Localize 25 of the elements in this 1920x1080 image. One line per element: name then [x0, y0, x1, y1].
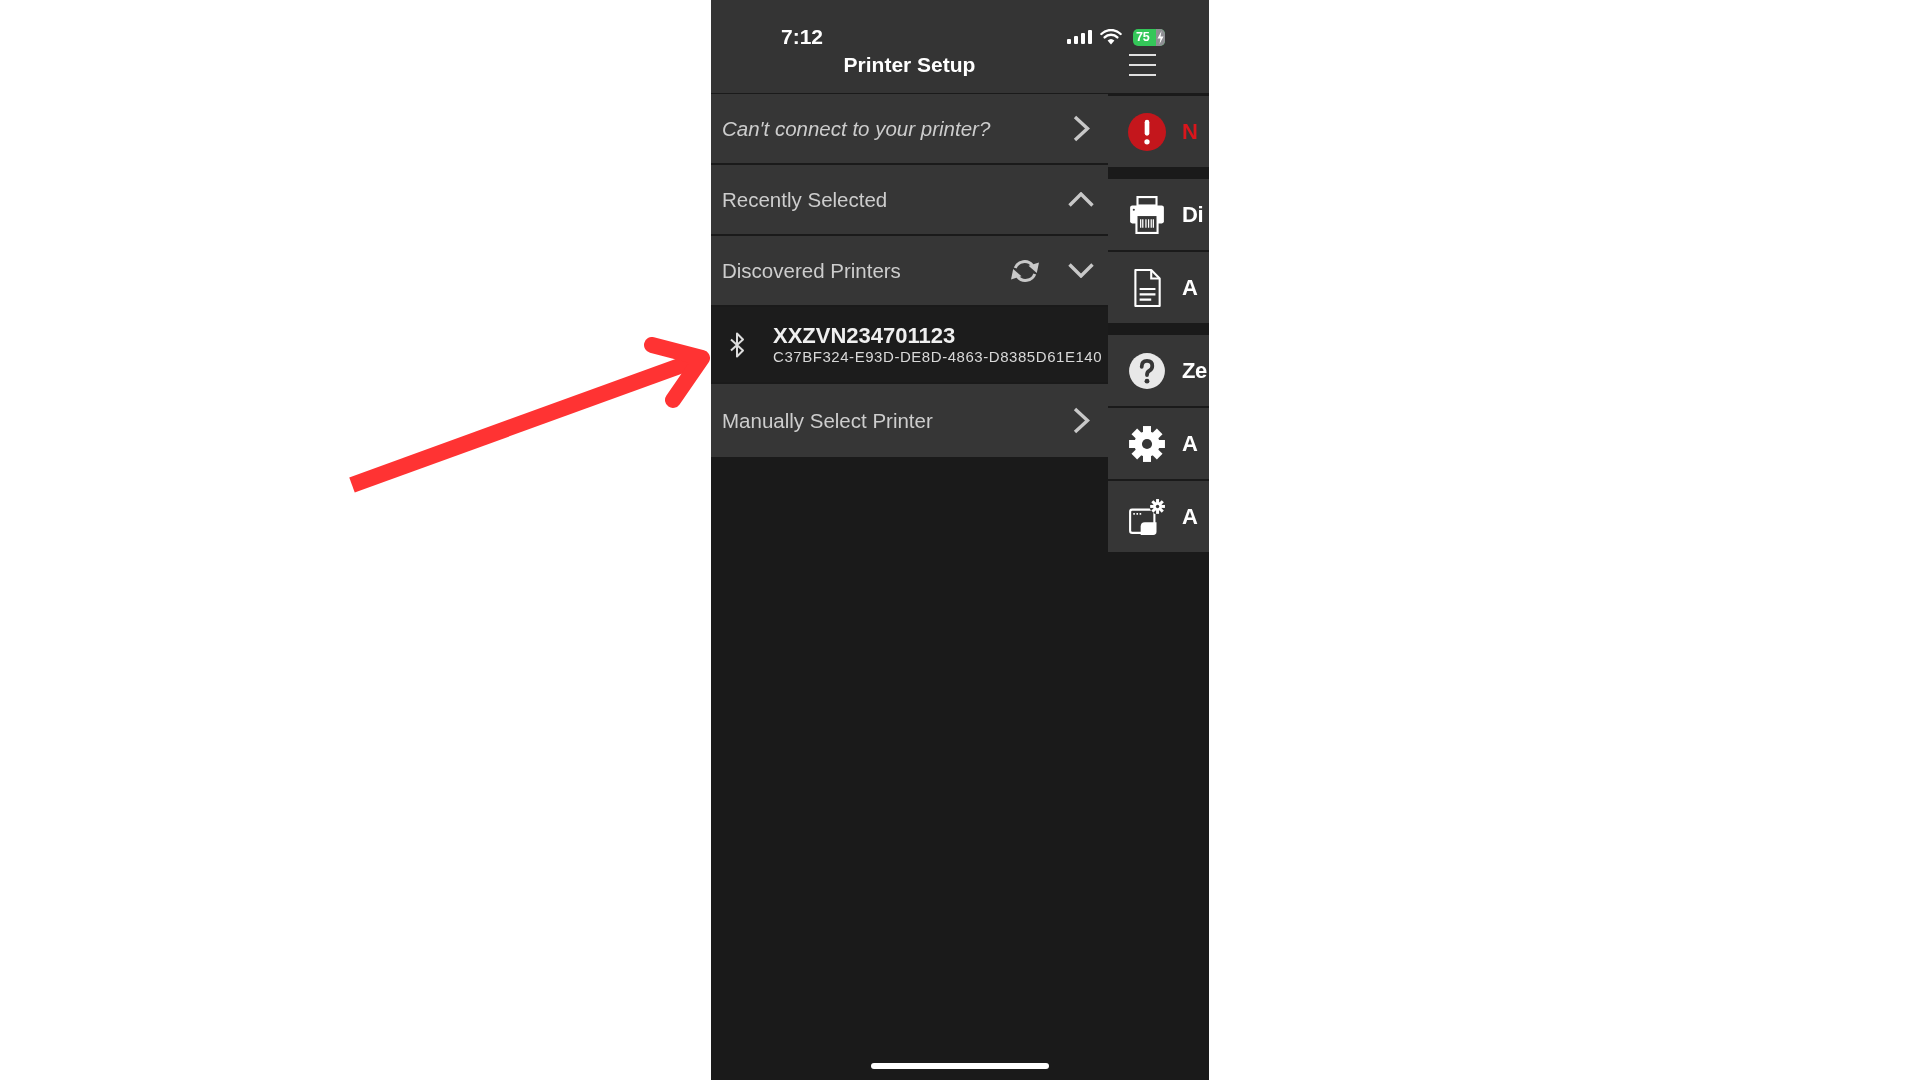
battery-percent: 75 [1136, 29, 1150, 45]
alert-icon [1128, 112, 1166, 151]
menu-item[interactable]: A [1108, 481, 1209, 552]
section-header[interactable]: Recently Selected [711, 165, 1108, 234]
printer-id: C37BF324-E93D-DE8D-4863-D8385D61E140 [773, 347, 1103, 366]
menu-icon[interactable] [1129, 54, 1156, 76]
page-title: Printer Setup [843, 53, 976, 77]
printer-icon [1128, 195, 1166, 234]
printer-name: XXZVN234701123 [773, 323, 957, 348]
settings-icon [1128, 424, 1166, 463]
menu-item[interactable]: Ze [1108, 335, 1209, 406]
chevron-right-icon [1073, 115, 1090, 142]
app-settings-icon [1128, 497, 1166, 536]
help-icon [1128, 351, 1166, 390]
home-indicator-handle[interactable] [871, 1063, 1049, 1069]
menu-item[interactable]: Di [1108, 179, 1209, 250]
chevron-right-icon [1073, 407, 1090, 434]
signal-icon [1067, 30, 1092, 44]
menu-item[interactable]: A [1108, 252, 1209, 323]
menu-item[interactable]: A [1108, 408, 1209, 479]
status-time: 7:12 [781, 25, 824, 49]
nav-link-row[interactable]: Manually Select Printer [711, 384, 1108, 457]
help-link[interactable]: Can't connect to your printer? [711, 94, 1108, 163]
wifi-icon [1100, 29, 1122, 45]
section-header[interactable]: Discovered Printers [711, 236, 1108, 305]
